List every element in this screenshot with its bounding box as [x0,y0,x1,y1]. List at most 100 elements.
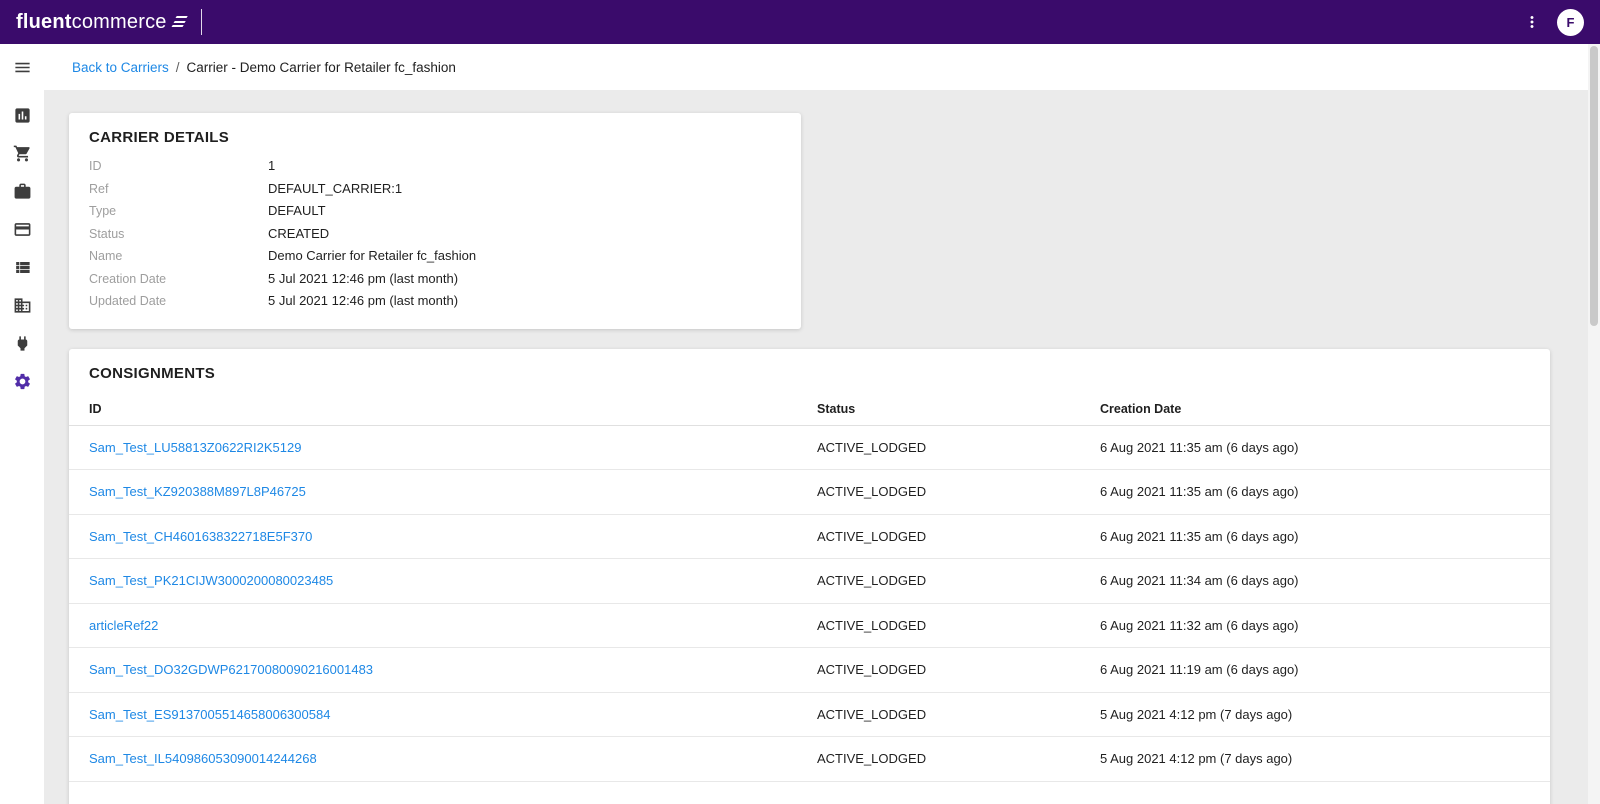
consignment-row: Sam_Test_PK21CIJW3000200080023485 ACTIVE… [69,559,1550,604]
kebab-menu-icon[interactable] [1519,9,1545,35]
detail-value: CREATED [268,223,329,246]
sidebar-item-jobs[interactable] [3,172,41,210]
breadcrumb-current: Carrier - Demo Carrier for Retailer fc_f… [187,60,456,75]
brand-mark-icon [172,15,187,29]
detail-value: 5 Jul 2021 12:46 pm (last month) [268,268,458,291]
consignment-id-link[interactable]: Sam_Test_CH4601638322718E5F370 [89,529,312,544]
carrier-details-card: CARRIER DETAILS ID 1 Ref DEFAULT_CARRIER… [69,113,801,329]
sidebar [0,90,44,804]
consignment-row: Sam_Test_LU58813Z0622RI2K5129 ACTIVE_LOD… [69,426,1550,471]
consignment-status: ACTIVE_LODGED [817,618,1100,633]
detail-row: Status CREATED [89,223,781,246]
consignment-status: ACTIVE_LODGED [817,707,1100,722]
sidebar-item-lists[interactable] [3,248,41,286]
consignment-id-link[interactable]: articleRef22 [89,618,158,633]
detail-row: Ref DEFAULT_CARRIER:1 [89,178,781,201]
detail-label: Updated Date [89,290,268,313]
consignments-card: CONSIGNMENTS ID Status Creation Date Sam… [69,349,1550,804]
detail-value: DEFAULT [268,200,326,223]
sidebar-item-orders[interactable] [3,134,41,172]
sidebar-item-analytics[interactable] [3,96,41,134]
consignment-row: Sam_Test_KZ920388M897L8P46725 ACTIVE_LOD… [69,470,1550,515]
consignment-status: ACTIVE_LODGED [817,440,1100,455]
detail-value: 5 Jul 2021 12:46 pm (last month) [268,290,458,313]
consignment-date: 6 Aug 2021 11:35 am (6 days ago) [1100,484,1530,499]
detail-row: ID 1 [89,155,781,178]
analytics-icon [13,106,32,125]
avatar[interactable]: F [1557,9,1584,36]
card-icon [13,220,32,239]
app-root: fluentcommerce F Back to Carriers / Carr… [0,0,1600,804]
detail-value: DEFAULT_CARRIER:1 [268,178,402,201]
scrollbar-thumb[interactable] [1590,46,1598,326]
plug-icon [13,334,32,353]
consignment-row: articleRef22 ACTIVE_LODGED 6 Aug 2021 11… [69,604,1550,649]
detail-row: Name Demo Carrier for Retailer fc_fashio… [89,245,781,268]
detail-value: Demo Carrier for Retailer fc_fashion [268,245,476,268]
consignment-status: ACTIVE_LODGED [817,662,1100,677]
brand-text-bold: fluent [16,11,72,34]
consignment-status: ACTIVE_LODGED [817,751,1100,766]
scrollbar-track[interactable] [1588,44,1600,804]
consignment-row: Sam_Test_IL540986053090014244268 ACTIVE_… [69,737,1550,782]
sidebar-item-organization[interactable] [3,286,41,324]
sidebar-item-integrations[interactable] [3,324,41,362]
brand-logo: fluentcommerce [16,11,187,34]
detail-label: Name [89,245,268,268]
consignment-id-link[interactable]: Sam_Test_PK21CIJW3000200080023485 [89,573,333,588]
carrier-details-title: CARRIER DETAILS [89,129,781,146]
consignment-date: 5 Aug 2021 4:12 pm (7 days ago) [1100,707,1530,722]
consignment-date: 5 Aug 2021 4:12 pm (7 days ago) [1100,751,1530,766]
sidebar-item-settings[interactable] [3,362,41,400]
consignment-status: ACTIVE_LODGED [817,529,1100,544]
topbar: fluentcommerce F [0,0,1600,44]
consignment-date: 6 Aug 2021 11:35 am (6 days ago) [1100,529,1530,544]
consignment-status: ACTIVE_LODGED [817,484,1100,499]
detail-row: Creation Date 5 Jul 2021 12:46 pm (last … [89,268,781,291]
consignment-date: 6 Aug 2021 11:35 am (6 days ago) [1100,440,1530,455]
breadcrumb: Back to Carriers / Carrier - Demo Carrie… [72,60,456,75]
consignment-id-link[interactable]: Sam_Test_ES9137005514658006300584 [89,707,330,722]
detail-label: ID [89,155,268,178]
consignment-row: Sam_Test_CH4601638322718E5F370 ACTIVE_LO… [69,515,1550,560]
consignment-id-link[interactable]: Sam_Test_KZ920388M897L8P46725 [89,484,306,499]
detail-label: Status [89,223,268,246]
carrier-details-fields: ID 1 Ref DEFAULT_CARRIER:1 Type DEFAULT … [89,155,781,313]
consignment-date: 6 Aug 2021 11:32 am (6 days ago) [1100,618,1530,633]
consignments-table-header: ID Status Creation Date [69,394,1550,426]
briefcase-icon [13,182,32,201]
consignment-date: 6 Aug 2021 11:19 am (6 days ago) [1100,662,1530,677]
topbar-actions: F [1519,9,1584,36]
breadcrumb-link[interactable]: Back to Carriers [72,60,169,75]
column-header-status: Status [817,402,1100,416]
consignment-id-link[interactable]: Sam_Test_LU58813Z0622RI2K5129 [89,440,301,455]
avatar-letter: F [1567,15,1575,30]
settings-icon [13,372,32,391]
menu-icon[interactable] [0,44,44,90]
detail-label: Type [89,200,268,223]
brand-text-light: commerce [72,11,167,34]
consignment-id-link[interactable]: Sam_Test_IL540986053090014244268 [89,751,317,766]
main-content: CARRIER DETAILS ID 1 Ref DEFAULT_CARRIER… [44,90,1600,804]
consignment-row: Sam_Test_DO32GDWP62170080090216001483 AC… [69,648,1550,693]
column-header-creation-date: Creation Date [1100,402,1530,416]
cart-icon [13,144,32,163]
brand-divider [201,9,202,35]
consignment-date: 6 Aug 2021 11:34 am (6 days ago) [1100,573,1530,588]
column-header-id: ID [89,402,817,416]
detail-label: Ref [89,178,268,201]
sidebar-item-payments[interactable] [3,210,41,248]
detail-row: Type DEFAULT [89,200,781,223]
consignments-title: CONSIGNMENTS [69,365,1550,382]
breadcrumb-separator: / [176,60,180,75]
consignment-status: ACTIVE_LODGED [817,573,1100,588]
breadcrumb-bar: Back to Carriers / Carrier - Demo Carrie… [0,44,1600,90]
detail-row: Updated Date 5 Jul 2021 12:46 pm (last m… [89,290,781,313]
list-icon [13,258,32,277]
consignment-id-link[interactable]: Sam_Test_DO32GDWP62170080090216001483 [89,662,373,677]
main-wrap: CARRIER DETAILS ID 1 Ref DEFAULT_CARRIER… [0,90,1600,804]
consignment-row: Sam_Test_ES9137005514658006300584 ACTIVE… [69,693,1550,738]
detail-label: Creation Date [89,268,268,291]
organization-icon [13,296,32,315]
consignments-table-body: Sam_Test_LU58813Z0622RI2K5129 ACTIVE_LOD… [69,426,1550,782]
